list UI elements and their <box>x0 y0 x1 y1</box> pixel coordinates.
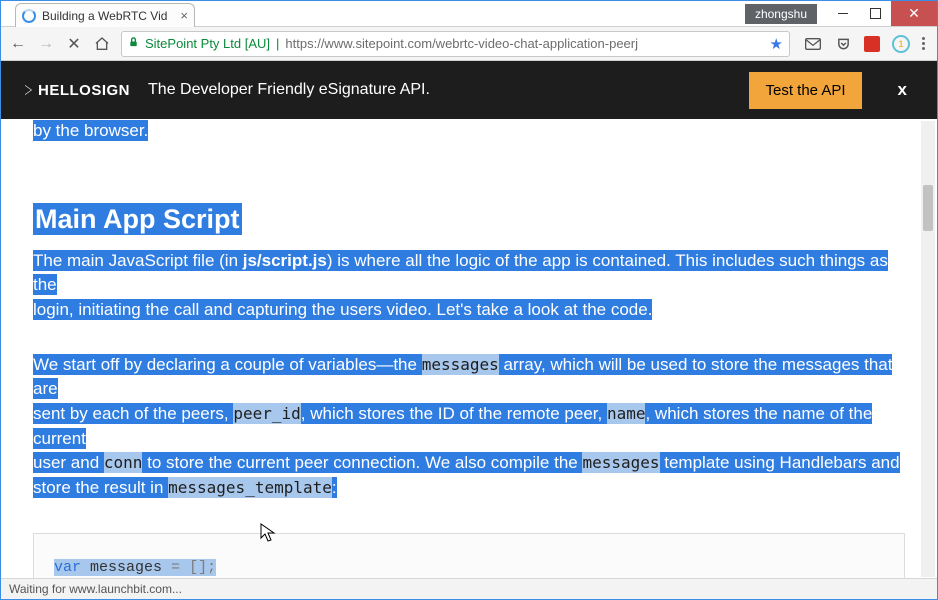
heading-row: Main App Script <box>33 200 905 239</box>
text-selected: , which stores the ID of the remote peer… <box>301 403 607 424</box>
ev-separator: | <box>276 36 279 51</box>
text-selected: user and <box>33 452 104 473</box>
extension-red-icon[interactable] <box>864 36 880 52</box>
brand-chevron-icon <box>25 85 32 95</box>
home-button[interactable] <box>93 35 111 53</box>
banner-tagline: The Developer Friendly eSignature API. <box>148 81 430 99</box>
address-bar[interactable]: SitePoint Pty Ltd [AU] | https://www.sit… <box>121 31 790 57</box>
url-text: https://www.sitepoint.com/webrtc-video-c… <box>285 36 763 51</box>
extension-omega-icon[interactable]: 1 <box>892 35 910 53</box>
inline-code-selected: messages <box>582 452 659 473</box>
text-selected: : <box>332 477 337 498</box>
banner-close-button[interactable]: x <box>880 72 913 108</box>
text-selected: template using Handlebars and <box>660 452 900 473</box>
loading-favicon-icon <box>22 9 36 23</box>
bookmark-star-icon[interactable]: ★ <box>770 35 783 53</box>
chrome-menu-button[interactable] <box>922 37 925 50</box>
inline-code-selected: name <box>607 403 646 424</box>
brand-text: HELLOSIGN <box>38 82 130 99</box>
code-keyword: var <box>54 559 81 576</box>
code-text: messages <box>81 559 171 576</box>
extension-icons: 1 <box>800 35 929 53</box>
tab-title: Building a WebRTC Vid <box>42 9 174 23</box>
text-selected: to store the current peer connection. We… <box>142 452 582 473</box>
window-minimize-button[interactable] <box>827 1 859 26</box>
inline-code-selected: messages <box>422 354 499 375</box>
code-sym: []; <box>189 559 216 576</box>
main-heading: Main App Script <box>33 203 242 235</box>
text-selected: We start off by declaring a couple of va… <box>33 354 422 375</box>
text-selected: by the browser. <box>33 120 148 141</box>
window-close-button[interactable]: ✕ <box>891 1 937 26</box>
page-viewport: by the browser. Main App Script The main… <box>1 119 937 578</box>
inline-code-selected: peer_id <box>233 403 300 424</box>
code-block: var messages = []; var peer_id, name, co… <box>33 533 905 578</box>
chrome-user-chip[interactable]: zhongshu <box>745 4 817 24</box>
pocket-icon[interactable] <box>834 35 852 53</box>
brand-logo: HELLOSIGN <box>25 82 130 99</box>
text-selected: The main JavaScript file (in <box>33 250 243 271</box>
ev-cert-label: SitePoint Pty Ltd [AU] <box>145 36 270 51</box>
paragraph-2: We start off by declaring a couple of va… <box>33 353 905 501</box>
status-text: Waiting for www.launchbit.com... <box>9 582 182 596</box>
paragraph-1: The main JavaScript file (in js/script.j… <box>33 249 905 323</box>
code-text <box>180 559 189 576</box>
text-selected: store the result in <box>33 477 168 498</box>
text-selected-bold: js/script.js <box>243 250 327 271</box>
scrollbar-thumb[interactable] <box>923 185 933 231</box>
stop-button[interactable]: ✕ <box>65 35 83 53</box>
article-content: by the browser. Main App Script The main… <box>1 119 937 578</box>
window-maximize-button[interactable] <box>859 1 891 26</box>
status-bar: Waiting for www.launchbit.com... <box>1 578 937 599</box>
vertical-scrollbar[interactable] <box>921 121 935 577</box>
inline-code-selected: messages_template <box>168 477 332 498</box>
inline-code-selected: conn <box>104 452 143 473</box>
lock-icon <box>128 36 139 51</box>
forward-button: → <box>37 35 55 53</box>
mail-icon[interactable] <box>804 35 822 53</box>
text-selected: sent by each of the peers, <box>33 403 233 424</box>
tab-close-icon[interactable]: × <box>180 8 188 23</box>
paragraph-lead-tail: by the browser. <box>33 119 905 144</box>
browser-tab[interactable]: Building a WebRTC Vid × <box>15 3 195 27</box>
browser-toolbar: ← → ✕ SitePoint Pty Ltd [AU] | https://w… <box>1 27 937 61</box>
window-controls: zhongshu ✕ <box>745 1 937 26</box>
tab-strip: Building a WebRTC Vid × <box>1 1 745 26</box>
window-titlebar: Building a WebRTC Vid × zhongshu ✕ <box>1 1 937 27</box>
ad-banner: HELLOSIGN The Developer Friendly eSignat… <box>1 61 937 119</box>
back-button[interactable]: ← <box>9 35 27 53</box>
banner-cta-button[interactable]: Test the API <box>749 72 861 109</box>
code-sym: = <box>171 559 180 576</box>
text-selected: login, initiating the call and capturing… <box>33 299 652 320</box>
